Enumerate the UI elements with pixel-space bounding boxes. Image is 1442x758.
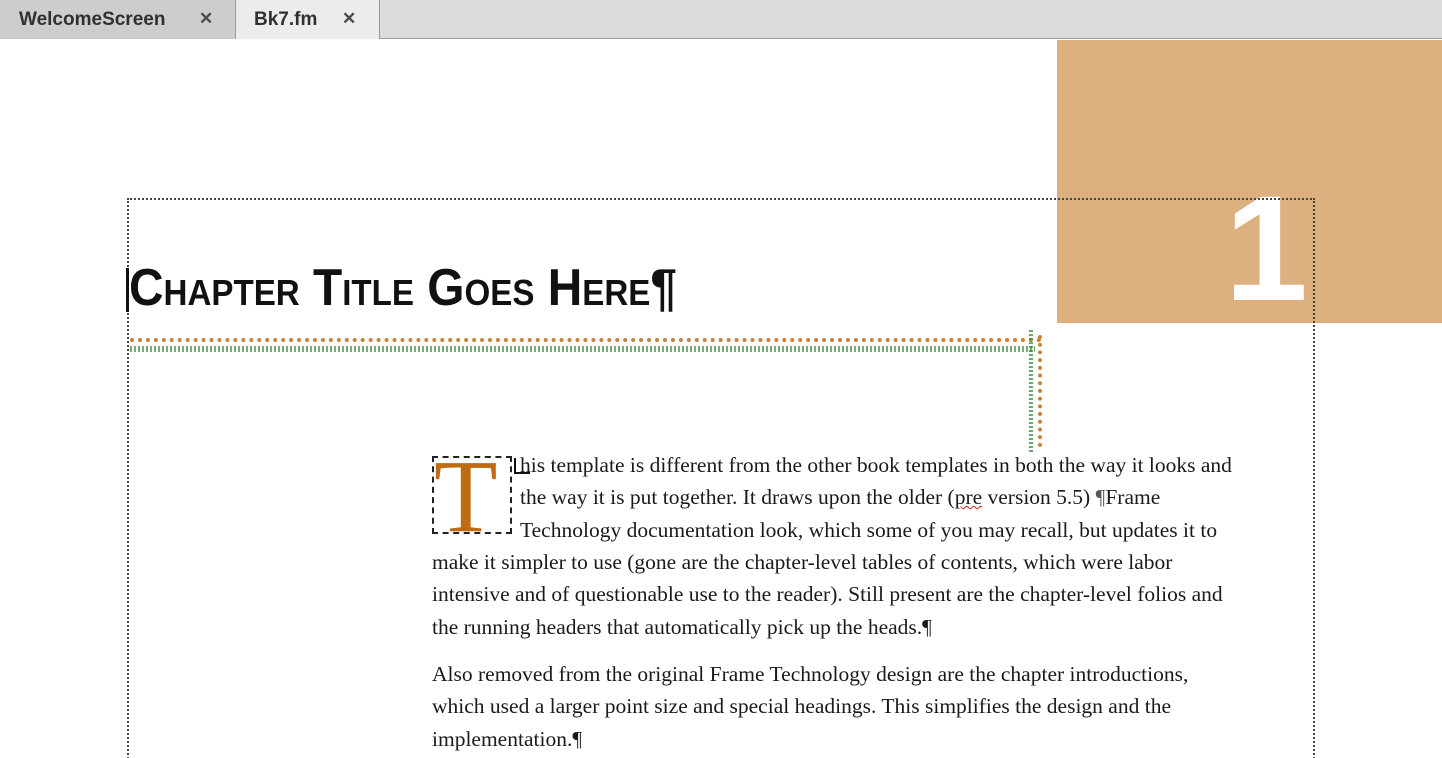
tab-welcome-screen[interactable]: WelcomeScreen ✕ (0, 0, 236, 39)
body-line: Also removed from the original Frame Tec… (432, 662, 1189, 686)
title-rule (130, 338, 1042, 342)
body-line: which used a larger point size and speci… (432, 694, 1171, 718)
tab-bk7-fm[interactable]: Bk7.fm ✕ (236, 0, 380, 39)
text-line-marker-vertical (1029, 330, 1033, 452)
title-rule-vertical (1038, 335, 1042, 447)
body-line: his template is different from the other… (520, 453, 1232, 477)
body-line-part: Frame (1105, 485, 1161, 509)
body-line: intensive and of questionable use to the… (432, 582, 1223, 606)
document-tab-bar: WelcomeScreen ✕ Bk7.fm ✕ (0, 0, 1442, 39)
spelling-error-word[interactable]: pre (955, 485, 982, 509)
chapter-title[interactable]: Chapter Title Goes Here¶ (129, 258, 677, 318)
drop-cap: T (434, 439, 498, 554)
body-line-part: the way it is put together. It draws upo… (520, 485, 955, 509)
close-icon[interactable]: ✕ (199, 9, 213, 29)
body-line: make it simpler to use (gone are the cha… (432, 550, 1173, 574)
body-line: the way it is put together. It draws upo… (520, 481, 1160, 514)
text-line-marker (130, 346, 1035, 352)
tab-label: WelcomeScreen (19, 8, 166, 30)
body-line-part: version 5.5) (982, 485, 1096, 509)
tab-label: Bk7.fm (254, 8, 318, 30)
document-page[interactable]: 1 Chapter Title Goes Here¶ T his templat… (0, 40, 1442, 758)
pilcrow-marker: ¶ (1095, 485, 1106, 509)
body-line: the running headers that automatically p… (432, 615, 932, 639)
body-line: Technology documentation look, which som… (520, 518, 1218, 542)
body-line: implementation.¶ (432, 727, 583, 751)
close-icon[interactable]: ✕ (342, 9, 356, 29)
